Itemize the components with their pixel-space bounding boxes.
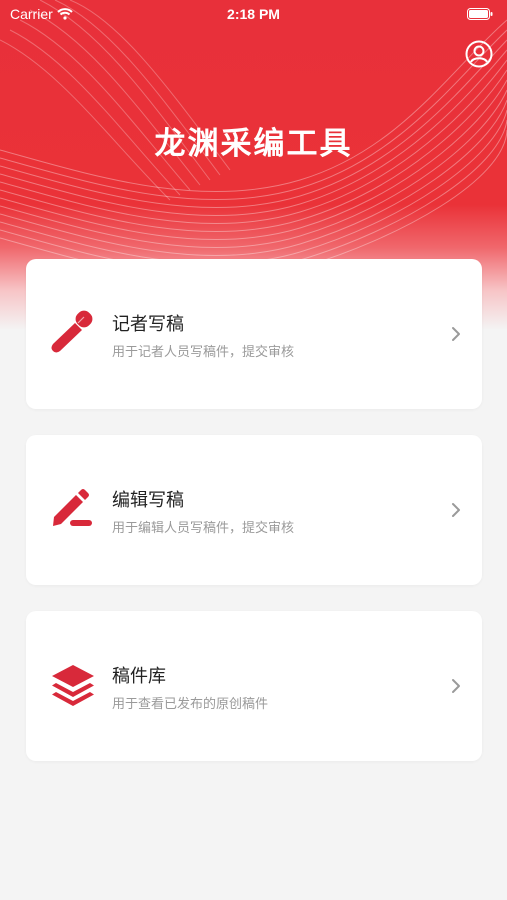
battery-icon: [467, 8, 493, 20]
card-editor-write[interactable]: 编辑写稿 用于编辑人员写稿件，提交审核: [26, 435, 482, 585]
status-bar: Carrier 2:18 PM: [0, 0, 507, 28]
card-manuscript-library[interactable]: 稿件库 用于查看已发布的原创稿件: [26, 611, 482, 761]
card-subtitle: 用于记者人员写稿件，提交审核: [112, 345, 295, 360]
user-profile-icon[interactable]: [465, 40, 493, 68]
card-title: 稿件库: [112, 666, 166, 687]
microphone-icon: [51, 310, 93, 353]
chevron-right-icon: [452, 679, 460, 693]
card-subtitle: 用于查看已发布的原创稿件: [112, 697, 269, 712]
edit-pencil-icon: [53, 489, 92, 526]
chevron-right-icon: [452, 503, 460, 517]
card-title: 记者写稿: [112, 314, 184, 335]
page-title: 龙渊采编工具: [154, 126, 353, 162]
layers-icon: [52, 665, 94, 706]
status-time: 2:18 PM: [227, 6, 280, 22]
card-title: 编辑写稿: [112, 490, 184, 511]
card-subtitle: 用于编辑人员写稿件，提交审核: [112, 521, 295, 536]
card-reporter-write[interactable]: 记者写稿 用于记者人员写稿件，提交审核: [26, 259, 482, 409]
chevron-right-icon: [452, 327, 460, 341]
